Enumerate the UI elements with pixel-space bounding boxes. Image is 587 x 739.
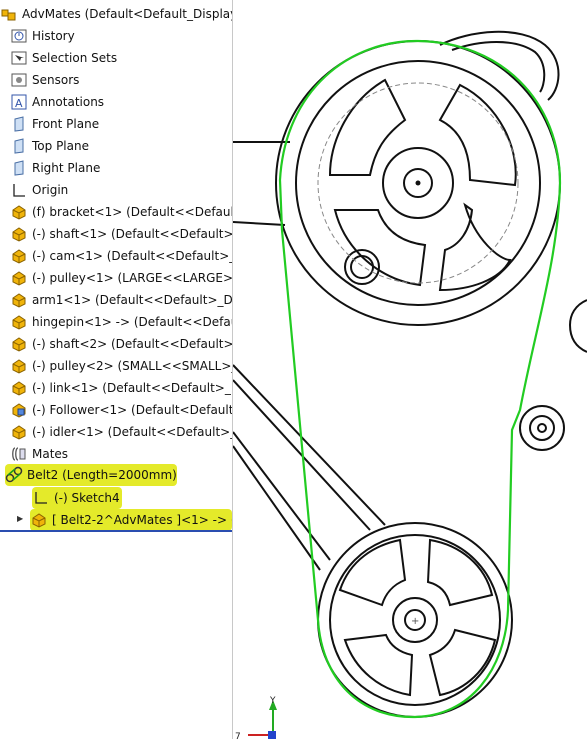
expand-arrow-icon[interactable]: ▶ xyxy=(17,514,23,523)
belt-path xyxy=(278,39,562,719)
origin-icon xyxy=(10,181,28,199)
belt-icon xyxy=(5,466,23,484)
tree-item-label: (-) Follower<1> (Default<Default_Dis xyxy=(32,403,233,417)
belt-part-label: [ Belt2-2^AdvMates ]<1> -> (Def xyxy=(52,513,232,527)
triad-y-label: Y xyxy=(269,696,276,706)
tree-item-label: Mates xyxy=(32,447,69,461)
small-pulley-spoke-1 xyxy=(338,538,407,607)
assembly-icon xyxy=(0,5,18,23)
small-pulley-spoke-3 xyxy=(343,633,414,697)
plane-icon xyxy=(10,137,28,155)
triad-x-label: 7 xyxy=(235,732,241,739)
tree-item[interactable]: History xyxy=(10,25,232,47)
tree-item-label: (-) pulley<1> (LARGE<<LARGE>_Disp xyxy=(32,271,233,285)
tree-item-label: (-) shaft<1> (Default<<Default>_Disp xyxy=(32,227,233,241)
tree-item[interactable]: Mates xyxy=(10,443,232,465)
belt-label: Belt2 (Length=2000mm) xyxy=(27,468,177,482)
link-line-mid xyxy=(233,221,286,226)
svg-text:+: + xyxy=(411,616,419,627)
plane-icon xyxy=(10,115,28,133)
tree-item-label: (-) idler<1> (Default<<Default>_Disp xyxy=(32,425,232,439)
tree-item[interactable]: (-) cam<1> (Default<<Default>_Disp xyxy=(10,245,232,267)
tree-item-label: (-) link<1> (Default<<Default>_Displ xyxy=(32,381,232,395)
tree-item[interactable]: Origin xyxy=(10,179,232,201)
tree-item-label: arm1<1> (Default<<Default>_Display xyxy=(32,293,233,307)
tree-item-label: hingepin<1> -> (Default<<Default>_ xyxy=(32,315,232,329)
cam-follower-inner xyxy=(350,255,374,279)
tree-item-label: History xyxy=(32,29,75,43)
right-edge-part xyxy=(568,299,587,353)
history-icon xyxy=(10,27,28,45)
tree-item[interactable]: Front Plane xyxy=(10,113,232,135)
tree-item[interactable]: A Annotations xyxy=(10,91,232,113)
idler-inner xyxy=(529,415,555,441)
tree-item-label: Front Plane xyxy=(32,117,100,131)
tree-item-label: (f) bracket<1> (Default<<Default>_D xyxy=(32,205,232,219)
part-icon xyxy=(10,357,28,375)
idler-outer xyxy=(519,405,565,451)
tree-item[interactable]: (-) pulley<1> (LARGE<<LARGE>_Disp xyxy=(10,267,233,289)
tree-item[interactable]: (-) Follower<1> (Default<Default_Dis xyxy=(10,399,233,421)
tree-item-belt-part[interactable]: [ Belt2-2^AdvMates ]<1> -> (Def xyxy=(30,509,232,531)
tree-item-label: Annotations xyxy=(32,95,105,109)
part-icon xyxy=(10,423,28,441)
feature-manager-tree: AdvMates (Default<Default_Display State … xyxy=(0,0,233,739)
large-pulley-spoke-3 xyxy=(333,209,427,287)
graphics-viewport[interactable]: + Y 7 xyxy=(233,0,587,739)
tree-item[interactable]: (-) link<1> (Default<<Default>_Displ xyxy=(10,377,232,399)
tree-root-label: AdvMates (Default<Default_Display State xyxy=(22,7,233,21)
part-icon xyxy=(10,379,28,397)
part-icon xyxy=(10,269,28,287)
tree-item-label: Selection Sets xyxy=(32,51,118,65)
arm-line-2 xyxy=(233,379,371,531)
tree-item-sketch[interactable]: (-) Sketch4 xyxy=(32,487,122,509)
part-icon xyxy=(10,225,28,243)
tree-item-label: (-) shaft<2> (Default<<Default>_Disp xyxy=(32,337,233,351)
small-pulley-spoke-4 xyxy=(428,628,497,697)
sketch-icon xyxy=(32,489,50,507)
arm-line-1 xyxy=(233,364,386,526)
tree-item-label: Right Plane xyxy=(32,161,101,175)
part-icon xyxy=(10,335,28,353)
part-icon xyxy=(10,203,28,221)
sketch-label: (-) Sketch4 xyxy=(54,491,120,505)
selection-sets-icon xyxy=(10,49,28,67)
part-icon xyxy=(10,291,28,309)
large-pulley-spoke-1 xyxy=(328,78,407,176)
tree-item-label: Top Plane xyxy=(32,139,89,153)
tree-item[interactable]: (-) shaft<1> (Default<<Default>_Disp xyxy=(10,223,233,245)
idler-hub xyxy=(537,423,547,433)
tree-item[interactable]: (-) shaft<2> (Default<<Default>_Disp xyxy=(10,333,233,355)
tree-item[interactable]: arm1<1> (Default<<Default>_Display xyxy=(10,289,233,311)
tree-item[interactable]: (-) idler<1> (Default<<Default>_Disp xyxy=(10,421,232,443)
tree-item[interactable]: Sensors xyxy=(10,69,232,91)
part-icon xyxy=(10,247,28,265)
annotations-icon: A xyxy=(10,93,28,111)
plane-icon xyxy=(10,159,28,177)
tree-item[interactable]: Top Plane xyxy=(10,135,232,157)
tree-item[interactable]: (f) bracket<1> (Default<<Default>_D xyxy=(10,201,232,223)
tree-item[interactable]: (-) pulley<2> (SMALL<<SMALL>_Dis xyxy=(10,355,232,377)
part-icon xyxy=(30,511,48,529)
tree-item-label: Origin xyxy=(32,183,69,197)
tree-item[interactable]: Right Plane xyxy=(10,157,232,179)
tree-root[interactable]: AdvMates (Default<Default_Display State xyxy=(0,3,233,25)
svg-text:A: A xyxy=(15,97,23,110)
tree-item-belt[interactable]: Belt2 (Length=2000mm) xyxy=(5,464,177,486)
model-drawing: + Y 7 xyxy=(233,30,587,739)
tree-item-label: (-) cam<1> (Default<<Default>_Disp xyxy=(32,249,232,263)
tree-item[interactable]: hingepin<1> -> (Default<<Default>_ xyxy=(10,311,232,333)
tree-item[interactable]: Selection Sets xyxy=(10,47,232,69)
selection-underline xyxy=(0,530,232,532)
sensors-icon xyxy=(10,71,28,89)
mates-icon xyxy=(10,445,28,463)
subassembly-icon xyxy=(10,401,28,419)
tree-item-label: (-) pulley<2> (SMALL<<SMALL>_Dis xyxy=(32,359,232,373)
tree-item-label: Sensors xyxy=(32,73,80,87)
part-icon xyxy=(10,313,28,331)
